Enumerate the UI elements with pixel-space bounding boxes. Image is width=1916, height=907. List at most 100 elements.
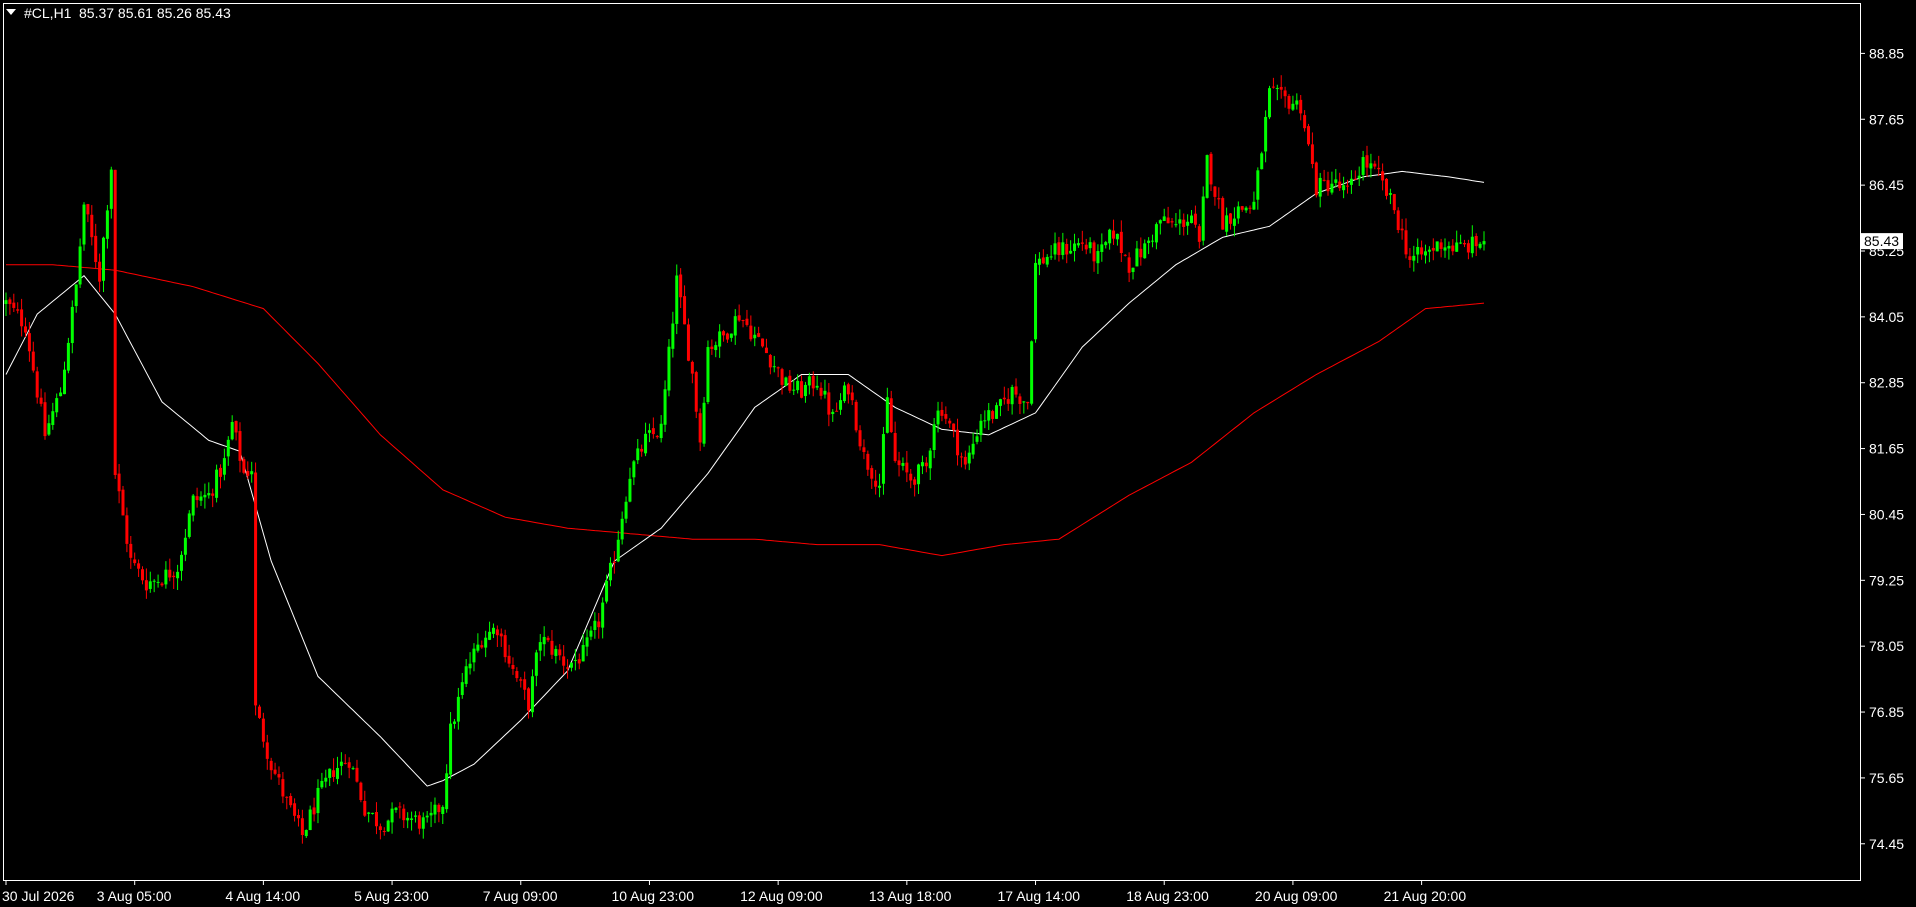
candle-body <box>534 652 538 676</box>
candle-body <box>581 645 585 662</box>
candle-body <box>488 631 492 640</box>
candle-body <box>683 296 687 325</box>
candle-body <box>1104 242 1108 246</box>
candle-body <box>39 397 43 404</box>
candle-body <box>823 390 827 395</box>
candle-body <box>959 456 963 458</box>
candle-body <box>164 569 168 585</box>
candle-body <box>710 346 714 350</box>
candle-body <box>542 636 546 645</box>
candle-body <box>47 423 51 435</box>
candle-body <box>807 376 811 386</box>
candle-body <box>718 331 722 347</box>
candle-body <box>429 812 433 816</box>
candle-body <box>152 580 156 582</box>
candle-body <box>1209 153 1213 185</box>
candle-body <box>1427 249 1431 252</box>
candle-body <box>82 204 86 245</box>
candle-body <box>909 473 913 481</box>
candle-bull <box>1268 85 1272 120</box>
candle-body <box>1162 216 1166 221</box>
candle-body <box>671 323 675 349</box>
candle-body <box>1221 198 1225 230</box>
candle-body <box>944 414 948 419</box>
candle-body <box>647 430 651 433</box>
candle-body <box>1080 242 1084 244</box>
candle-body <box>1412 255 1416 261</box>
candle-body <box>722 331 726 336</box>
candle-body <box>168 569 172 578</box>
candle-bear <box>694 370 698 419</box>
candle-body <box>757 333 761 337</box>
candle-body <box>519 679 523 681</box>
candle-body <box>324 777 328 782</box>
candle-body <box>1034 262 1038 340</box>
candle-body <box>105 210 109 239</box>
candle-body <box>382 831 386 833</box>
candle-body <box>359 782 363 801</box>
candle-body <box>1455 242 1459 252</box>
candle-body <box>1112 230 1116 239</box>
candle-body <box>624 501 628 519</box>
candle-body <box>176 571 180 579</box>
candle-body <box>819 387 823 396</box>
x-tick-label: 20 Aug 09:00 <box>1255 888 1338 904</box>
candle-body <box>296 815 300 819</box>
candle-body <box>698 413 702 443</box>
candle-body <box>160 583 164 586</box>
candle-body <box>410 818 414 820</box>
candle-body <box>1388 193 1392 195</box>
candle-body <box>101 237 105 281</box>
candle-body <box>1010 386 1014 405</box>
x-tick-label: 13 Aug 18:00 <box>869 888 952 904</box>
candle-body <box>335 767 339 779</box>
candle-body <box>573 659 577 661</box>
candle-body <box>1065 243 1069 255</box>
candle-body <box>20 309 24 327</box>
chart-window[interactable]: 88.85 87.65 86.45 85.25 84.05 82.85 81.65 80.45… <box>0 0 1916 907</box>
candle-body <box>1392 194 1396 211</box>
price-chart[interactable]: 88.8587.6586.4585.2584.0582.8581.6580.45… <box>0 0 1916 907</box>
candle-body <box>733 316 737 336</box>
candle-body <box>367 812 371 814</box>
candle-body <box>620 518 624 540</box>
candle-body <box>398 806 402 808</box>
candle-body <box>612 562 616 564</box>
candle-body <box>1482 241 1486 245</box>
candle-body <box>215 469 219 498</box>
x-tick-label: 7 Aug 09:00 <box>483 888 558 904</box>
candle-body <box>881 434 885 484</box>
candle-bear <box>121 485 125 516</box>
candle-body <box>745 318 749 325</box>
candle-bear <box>113 169 117 479</box>
candle-body <box>1026 401 1030 404</box>
candle-body <box>792 389 796 391</box>
candle-body <box>390 808 394 823</box>
candle-body <box>1303 115 1307 129</box>
candle-body <box>1287 96 1291 109</box>
candle-body <box>1271 86 1275 88</box>
candle-body <box>1275 88 1279 90</box>
candle-body <box>928 450 932 469</box>
candle-body <box>913 479 917 485</box>
candle-body <box>585 637 589 647</box>
candle-body <box>753 334 757 339</box>
candle-body <box>741 320 745 322</box>
candle-body <box>363 800 367 816</box>
candle-body <box>1295 100 1299 105</box>
symbol-timeframe-label: #CL,H1 <box>24 5 72 21</box>
candle-body <box>1268 88 1272 118</box>
y-tick-label: 78.05 <box>1869 638 1904 654</box>
candle-body <box>1119 231 1123 253</box>
candle-body <box>1264 116 1268 152</box>
candle-body <box>784 377 788 386</box>
candle-body <box>1248 207 1252 209</box>
candle-body <box>761 338 765 347</box>
candle-body <box>374 812 378 827</box>
candle-body <box>1131 267 1135 273</box>
candle-body <box>250 471 254 475</box>
candle-body <box>472 648 476 663</box>
candle-body <box>1022 401 1026 403</box>
candle-body <box>737 315 741 321</box>
candle-body <box>1474 236 1478 247</box>
